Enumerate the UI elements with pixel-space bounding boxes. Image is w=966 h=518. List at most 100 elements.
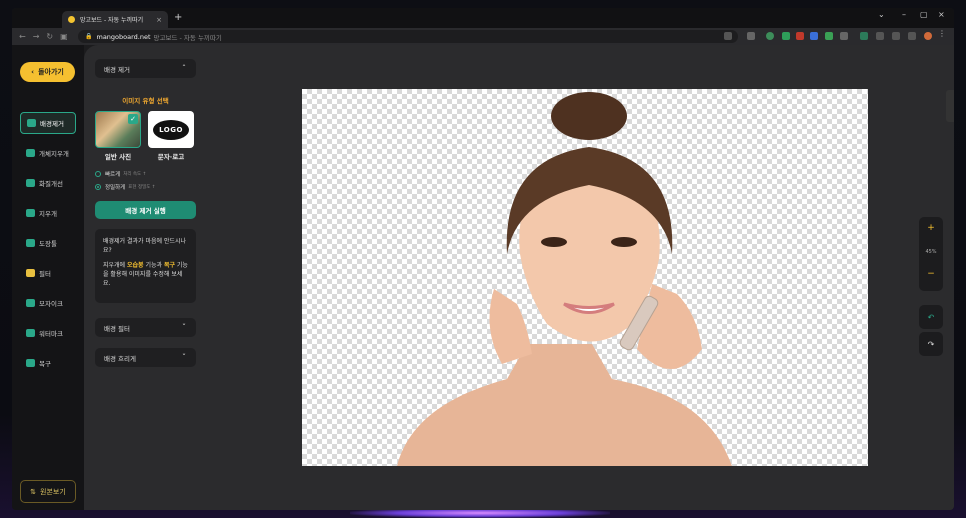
sidebar-item-mosaic[interactable]: 모자이크 [20, 292, 76, 314]
sidebar-item-quality-enhance[interactable]: 화질개선 [20, 172, 76, 194]
extension-gear-icon[interactable] [840, 32, 848, 40]
extension-blue-icon[interactable] [810, 32, 818, 40]
mode-precise-radio[interactable]: 정밀하게 표현 정밀도 ↑ [95, 183, 156, 191]
zoom-in-button[interactable]: + [919, 223, 943, 233]
back-button-label: 돌아가기 [38, 68, 64, 76]
view-original-button[interactable]: ⇅ 원본보기 [20, 480, 76, 503]
back-button[interactable]: ‹ 돌아가기 [20, 62, 75, 82]
browser-menu-icon[interactable]: ⋮ [938, 29, 946, 38]
side-panel-handle[interactable] [946, 90, 954, 122]
filter-icon [26, 269, 35, 277]
quality-enhance-icon [26, 179, 35, 187]
zoom-control: + 45% − [919, 217, 943, 291]
reload-icon[interactable]: ↻ [46, 32, 53, 41]
dropdown-label: 배경 필터 [104, 324, 130, 333]
chevron-down-icon: ˇ [182, 323, 186, 332]
share-icon[interactable] [724, 32, 732, 40]
sidebar-item-stamp[interactable]: 도장툴 [20, 232, 76, 254]
maximize-button[interactable]: ▢ [920, 10, 928, 19]
tab-search-icon[interactable]: ⌄ [878, 10, 885, 19]
extension-red-icon[interactable] [796, 32, 804, 40]
sidebar-item-restore[interactable]: 복구 [20, 352, 76, 374]
view-original-label: 원본보기 [40, 487, 66, 496]
address-bar: ← → ↻ ▣ 🔒 mangoboard.net 망고보드 - 자동 누끼따기 … [12, 28, 954, 45]
hair-bun-shape [551, 92, 627, 140]
mosaic-icon [26, 299, 35, 307]
browser-tab[interactable]: 망고보드 - 자동 누끼따기 × [62, 11, 168, 28]
redo-icon: ↷ [927, 339, 935, 349]
type-logo-label: 문자·로고 [157, 153, 185, 161]
run-background-remove-button[interactable]: 배경 제거 실행 [95, 201, 196, 219]
sidebar-item-label: 모자이크 [39, 300, 63, 308]
workspace-panel: 배경 제거 ˆ 이미지 유형 선택 ✓ LOGO 일반 사진 문자·로고 빠르게 [84, 45, 954, 510]
tab-title: 망고보드 - 자동 누끼따기 [80, 17, 144, 24]
help-answer: 지우개에 오습봉 기능과 복구 기능을 활용해 이미지를 수정해 보세요. [103, 262, 188, 287]
close-window-button[interactable]: × [938, 10, 945, 19]
undo-icon: ↶ [927, 312, 935, 322]
image-type-heading: 이미지 유형 선택 [122, 97, 169, 105]
type-photo-option[interactable]: ✓ [95, 111, 141, 148]
sidebar-item-label: 복구 [39, 360, 51, 368]
subject-photo [397, 92, 732, 466]
compare-icon: ⇅ [30, 487, 37, 496]
background-remove-dropdown[interactable]: 배경 제거 ˆ [95, 59, 196, 78]
image-canvas[interactable] [302, 89, 868, 466]
sidebar-toggle-icon[interactable] [908, 32, 916, 40]
sidebar-item-label: 도장툴 [39, 240, 57, 248]
site-info-icon[interactable]: ▣ [60, 32, 68, 41]
zoom-level: 45% [925, 249, 937, 255]
redo-button[interactable]: ↷ [919, 332, 943, 356]
check-icon: ✓ [128, 114, 138, 124]
zoom-out-button[interactable]: − [919, 269, 943, 279]
mango-favicon-icon [68, 16, 75, 23]
sidebar-item-filter[interactable]: 필터 [20, 262, 76, 284]
restore-icon [26, 359, 35, 367]
browser-window: 망고보드 - 자동 누끼따기 × + ⌄ – ▢ × ← → ↻ ▣ 🔒 man… [12, 8, 954, 510]
mode-fast-label: 빠르게 [105, 172, 121, 178]
profile-avatar[interactable] [924, 32, 932, 40]
undo-button[interactable]: ↶ [919, 305, 943, 329]
chevron-left-icon: ‹ [31, 68, 35, 76]
forward-arrow-icon[interactable]: → [33, 32, 40, 41]
extension-teal-icon[interactable] [860, 32, 868, 40]
radio-icon [95, 171, 101, 177]
sidebar-item-label: 화질개선 [39, 180, 63, 188]
sidebar-item-label: 배경제거 [40, 120, 64, 128]
desktop-frame: 망고보드 - 자동 누끼따기 × + ⌄ – ▢ × ← → ↻ ▣ 🔒 man… [0, 0, 966, 518]
sidebar-item-eraser[interactable]: 지우개 [20, 202, 76, 224]
mode-fast-radio[interactable]: 빠르게 처리 속도 ↑ [95, 170, 146, 178]
tab-close-icon[interactable]: × [156, 16, 162, 24]
url-input[interactable]: 🔒 mangoboard.net 망고보드 - 자동 누끼따기 [78, 30, 738, 43]
sidebar-item-label: 지우개 [39, 210, 57, 218]
options-panel: 배경 제거 ˆ 이미지 유형 선택 ✓ LOGO 일반 사진 문자·로고 빠르게 [84, 45, 212, 510]
radio-selected-icon [95, 184, 101, 190]
app-body: ‹ 돌아가기 배경제거 개체지우개 화질개선 지우개 도장툴 필터 모자이크 워… [12, 45, 954, 510]
url-page-title: 망고보드 - 자동 누끼따기 [153, 33, 222, 42]
extension-check-icon[interactable] [766, 32, 774, 40]
sidebar-item-label: 워터마크 [39, 330, 63, 338]
sidebar-item-object-eraser[interactable]: 개체지우개 [20, 142, 76, 164]
eraser-icon [26, 209, 35, 217]
mode-fast-sub: 처리 속도 ↑ [123, 172, 147, 177]
type-logo-option[interactable]: LOGO [148, 111, 194, 148]
minimize-button[interactable]: – [902, 10, 906, 19]
background-filter-dropdown[interactable]: 배경 필터 ˇ [95, 318, 196, 337]
extension-green-icon[interactable] [825, 32, 833, 40]
object-eraser-icon [26, 149, 35, 157]
tab-bar: 망고보드 - 자동 누끼따기 × + ⌄ – ▢ × [12, 8, 954, 28]
watermark-icon [26, 329, 35, 337]
sidebar-item-watermark[interactable]: 워터마크 [20, 322, 76, 344]
sidebar-item-label: 필터 [39, 270, 51, 278]
back-arrow-icon[interactable]: ← [19, 32, 26, 41]
extension-shield-icon[interactable] [782, 32, 790, 40]
extension-puzzle-icon[interactable] [892, 32, 900, 40]
tool-sidebar: ‹ 돌아가기 배경제거 개체지우개 화질개선 지우개 도장툴 필터 모자이크 워… [12, 45, 84, 510]
extension-gray-icon[interactable] [876, 32, 884, 40]
lock-icon: 🔒 [85, 33, 93, 40]
right-eye [611, 237, 637, 247]
sidebar-item-background-remove[interactable]: 배경제거 [20, 112, 76, 134]
new-tab-button[interactable]: + [174, 12, 182, 23]
background-blur-dropdown[interactable]: 배경 흐리게 ˇ [95, 348, 196, 367]
bookmark-star-icon[interactable] [747, 32, 755, 40]
dropdown-label: 배경 흐리게 [104, 354, 136, 363]
